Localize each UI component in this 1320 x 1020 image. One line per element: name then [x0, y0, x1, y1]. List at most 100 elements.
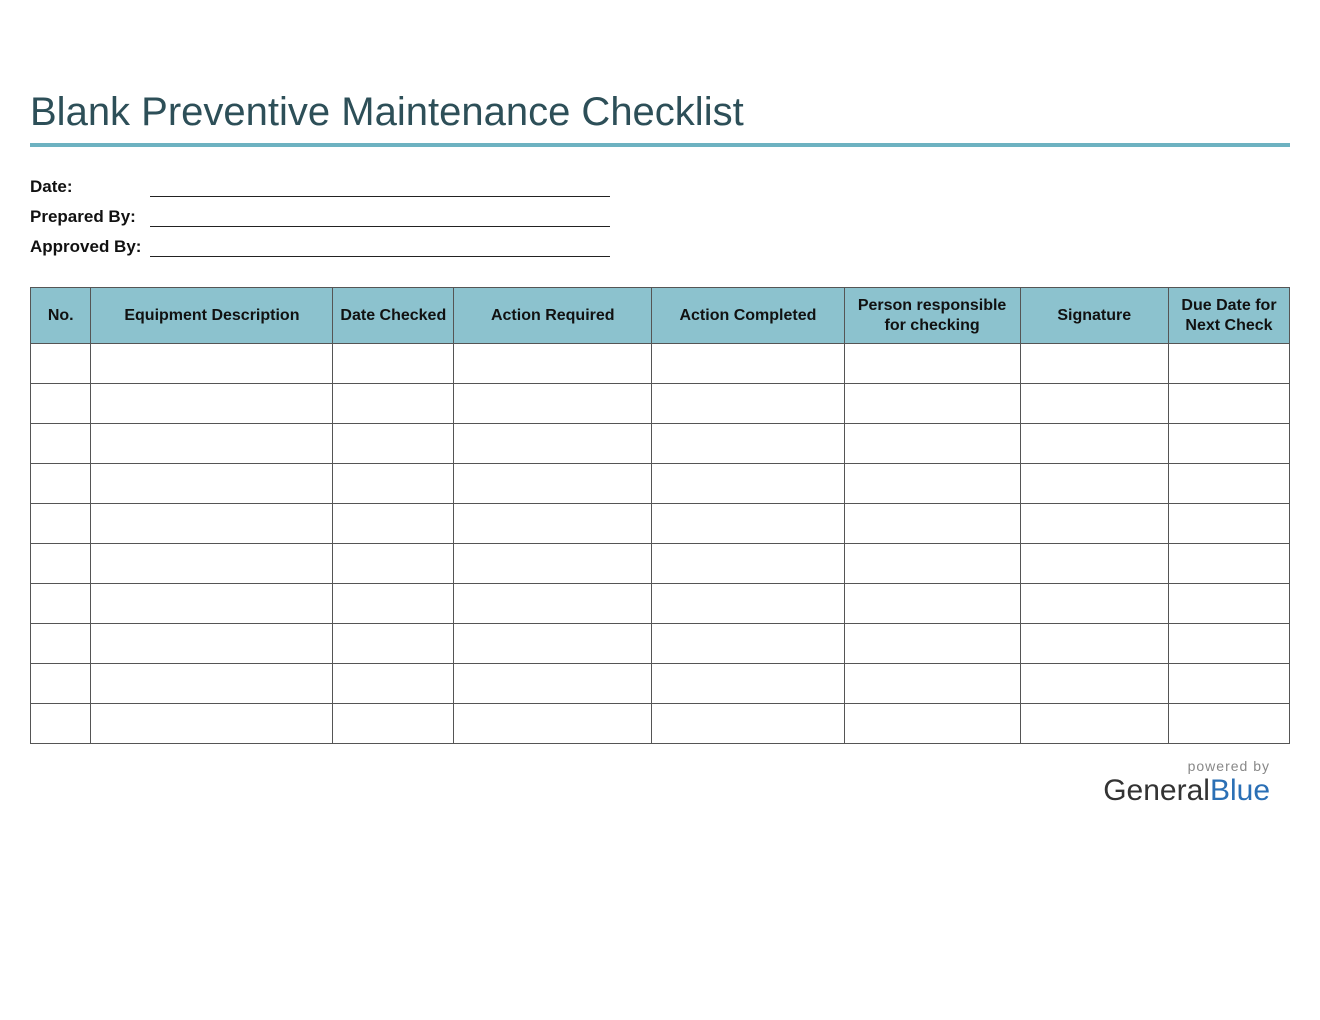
cell-signature[interactable] [1020, 344, 1168, 384]
cell-due_date[interactable] [1168, 704, 1289, 744]
cell-action_completed[interactable] [652, 704, 844, 744]
cell-date_checked[interactable] [333, 584, 454, 624]
date-field[interactable] [150, 177, 610, 197]
cell-due_date[interactable] [1168, 544, 1289, 584]
header-signature: Signature [1020, 288, 1168, 344]
cell-no[interactable] [31, 384, 91, 424]
cell-action_completed[interactable] [652, 664, 844, 704]
cell-action_required[interactable] [454, 544, 652, 584]
cell-action_required[interactable] [454, 664, 652, 704]
cell-person_responsible[interactable] [844, 664, 1020, 704]
cell-date_checked[interactable] [333, 664, 454, 704]
cell-due_date[interactable] [1168, 664, 1289, 704]
table-row [31, 424, 1290, 464]
cell-equipment[interactable] [91, 624, 333, 664]
cell-date_checked[interactable] [333, 464, 454, 504]
cell-person_responsible[interactable] [844, 504, 1020, 544]
page-title: Blank Preventive Maintenance Checklist [30, 90, 1290, 147]
cell-date_checked[interactable] [333, 384, 454, 424]
cell-no[interactable] [31, 544, 91, 584]
cell-person_responsible[interactable] [844, 424, 1020, 464]
cell-action_completed[interactable] [652, 424, 844, 464]
cell-equipment[interactable] [91, 504, 333, 544]
header-date-checked: Date Checked [333, 288, 454, 344]
prepared-by-label: Prepared By: [30, 207, 150, 227]
cell-person_responsible[interactable] [844, 584, 1020, 624]
cell-signature[interactable] [1020, 704, 1168, 744]
meta-row-approved: Approved By: [30, 237, 1290, 257]
cell-signature[interactable] [1020, 504, 1168, 544]
cell-action_completed[interactable] [652, 504, 844, 544]
cell-action_completed[interactable] [652, 384, 844, 424]
cell-signature[interactable] [1020, 624, 1168, 664]
cell-action_completed[interactable] [652, 464, 844, 504]
cell-person_responsible[interactable] [844, 624, 1020, 664]
cell-no[interactable] [31, 504, 91, 544]
cell-action_required[interactable] [454, 344, 652, 384]
cell-equipment[interactable] [91, 344, 333, 384]
cell-due_date[interactable] [1168, 624, 1289, 664]
cell-equipment[interactable] [91, 424, 333, 464]
table-row [31, 664, 1290, 704]
cell-action_completed[interactable] [652, 344, 844, 384]
cell-due_date[interactable] [1168, 424, 1289, 464]
header-due-date: Due Date for Next Check [1168, 288, 1289, 344]
cell-action_required[interactable] [454, 584, 652, 624]
approved-by-label: Approved By: [30, 237, 150, 257]
cell-equipment[interactable] [91, 544, 333, 584]
cell-date_checked[interactable] [333, 424, 454, 464]
cell-signature[interactable] [1020, 464, 1168, 504]
cell-equipment[interactable] [91, 664, 333, 704]
powered-by-label: powered by [30, 758, 1270, 774]
cell-person_responsible[interactable] [844, 704, 1020, 744]
prepared-by-field[interactable] [150, 207, 610, 227]
cell-no[interactable] [31, 624, 91, 664]
cell-person_responsible[interactable] [844, 344, 1020, 384]
brand-general: General [1103, 774, 1210, 807]
cell-action_completed[interactable] [652, 624, 844, 664]
cell-date_checked[interactable] [333, 624, 454, 664]
cell-date_checked[interactable] [333, 544, 454, 584]
cell-person_responsible[interactable] [844, 464, 1020, 504]
cell-signature[interactable] [1020, 584, 1168, 624]
cell-no[interactable] [31, 584, 91, 624]
cell-signature[interactable] [1020, 544, 1168, 584]
brand-logo: GeneralBlue [30, 776, 1270, 806]
cell-due_date[interactable] [1168, 384, 1289, 424]
cell-action_completed[interactable] [652, 584, 844, 624]
cell-due_date[interactable] [1168, 344, 1289, 384]
cell-no[interactable] [31, 424, 91, 464]
cell-date_checked[interactable] [333, 344, 454, 384]
cell-no[interactable] [31, 704, 91, 744]
cell-action_required[interactable] [454, 624, 652, 664]
footer: powered by GeneralBlue [30, 758, 1290, 806]
table-row [31, 584, 1290, 624]
cell-date_checked[interactable] [333, 504, 454, 544]
cell-signature[interactable] [1020, 664, 1168, 704]
approved-by-field[interactable] [150, 237, 610, 257]
checklist-table: No. Equipment Description Date Checked A… [30, 287, 1290, 744]
cell-action_required[interactable] [454, 704, 652, 744]
cell-person_responsible[interactable] [844, 544, 1020, 584]
header-action-completed: Action Completed [652, 288, 844, 344]
cell-date_checked[interactable] [333, 704, 454, 744]
cell-due_date[interactable] [1168, 584, 1289, 624]
cell-signature[interactable] [1020, 424, 1168, 464]
cell-equipment[interactable] [91, 464, 333, 504]
cell-action_required[interactable] [454, 424, 652, 464]
cell-action_required[interactable] [454, 504, 652, 544]
cell-equipment[interactable] [91, 704, 333, 744]
cell-equipment[interactable] [91, 384, 333, 424]
cell-action_completed[interactable] [652, 544, 844, 584]
cell-no[interactable] [31, 344, 91, 384]
cell-no[interactable] [31, 664, 91, 704]
cell-action_required[interactable] [454, 464, 652, 504]
cell-action_required[interactable] [454, 384, 652, 424]
header-no: No. [31, 288, 91, 344]
cell-equipment[interactable] [91, 584, 333, 624]
cell-person_responsible[interactable] [844, 384, 1020, 424]
cell-due_date[interactable] [1168, 464, 1289, 504]
cell-due_date[interactable] [1168, 504, 1289, 544]
cell-no[interactable] [31, 464, 91, 504]
cell-signature[interactable] [1020, 384, 1168, 424]
